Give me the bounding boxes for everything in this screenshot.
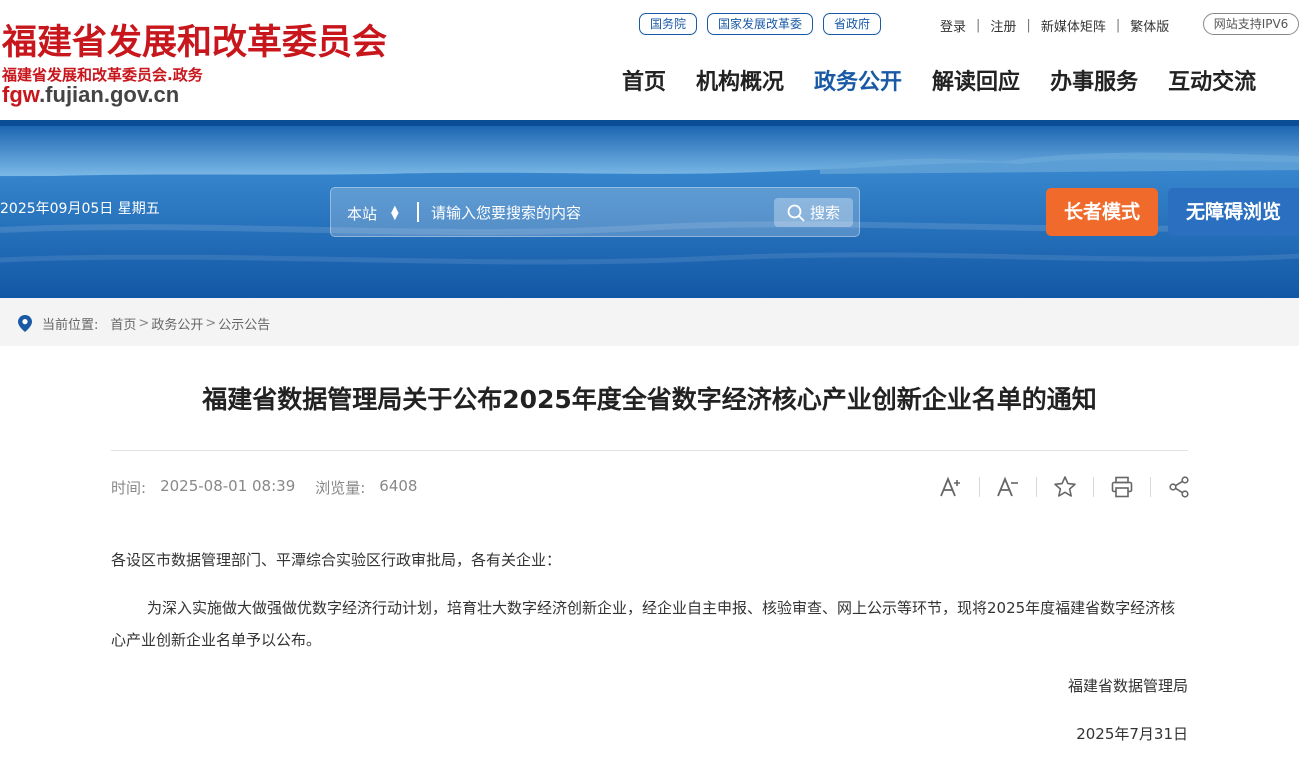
star-icon[interactable] bbox=[1049, 473, 1081, 501]
search-button-label: 搜索 bbox=[809, 204, 840, 222]
tool-separator bbox=[1150, 477, 1151, 497]
font-decrease-icon[interactable] bbox=[992, 473, 1024, 501]
traditional-chinese-link[interactable]: 繁体版 bbox=[1130, 16, 1169, 35]
time-label: 时间: bbox=[111, 479, 147, 497]
pill-link-state-council[interactable]: 国务院 bbox=[639, 13, 698, 35]
top-utility-links: 登录 | 注册 | 新媒体矩阵 | 繁体版 bbox=[940, 16, 1169, 35]
views-value: 6408 bbox=[379, 477, 418, 495]
breadcrumb-gov-affairs[interactable]: 政务公开 bbox=[151, 314, 203, 333]
top-pill-links: 国务院 国家发展改革委 省政府 bbox=[639, 13, 882, 35]
article-sign-date: 2025年7月31日 bbox=[1076, 725, 1188, 743]
views-label: 浏览量: bbox=[315, 479, 366, 497]
tool-separator bbox=[979, 477, 980, 497]
link-separator: | bbox=[976, 18, 981, 33]
elder-mode-button[interactable]: 长者模式 bbox=[1046, 188, 1158, 236]
register-link[interactable]: 注册 bbox=[990, 16, 1016, 35]
search-box: 本站 ▲▼ 搜索 bbox=[330, 187, 860, 237]
nav-item-interpretation[interactable]: 解读回应 bbox=[932, 64, 1020, 96]
print-icon[interactable] bbox=[1106, 473, 1138, 501]
updown-arrow-icon[interactable]: ▲ ▼ bbox=[391, 205, 399, 222]
breadcrumb-announcements[interactable]: 公示公告 bbox=[218, 314, 270, 333]
nav-item-services[interactable]: 办事服务 bbox=[1050, 64, 1138, 96]
site-logo-title[interactable]: 福建省发展和改革委员会 bbox=[2, 14, 387, 65]
current-date: 2025年09月05日 星期五 bbox=[0, 201, 160, 217]
breadcrumb-arrow: > bbox=[205, 316, 217, 331]
link-separator: | bbox=[1026, 18, 1031, 33]
nav-item-interaction[interactable]: 互动交流 bbox=[1168, 64, 1256, 96]
nav-item-gov-affairs[interactable]: 政务公开 bbox=[814, 64, 902, 96]
breadcrumb-bar: 当前位置: 首页 > 政务公开 > 公示公告 bbox=[0, 298, 1299, 346]
location-pin-icon bbox=[18, 315, 32, 332]
search-button[interactable]: 搜索 bbox=[774, 198, 853, 227]
time-value: 2025-08-01 08:39 bbox=[160, 477, 296, 495]
breadcrumb-label: 当前位置: bbox=[42, 318, 99, 333]
domain-accent: fgw bbox=[2, 82, 40, 107]
article-salutation: 各设区市数据管理部门、平潭综合实验区行政审批局，各有关企业： bbox=[111, 551, 562, 569]
nav-item-about[interactable]: 机构概况 bbox=[696, 64, 784, 96]
ipv6-badge: 网站支持IPV6 bbox=[1203, 13, 1299, 35]
tool-separator bbox=[1093, 477, 1094, 497]
search-divider bbox=[417, 202, 419, 222]
search-input[interactable] bbox=[431, 200, 761, 226]
pill-link-ndrc[interactable]: 国家发展改革委 bbox=[707, 13, 814, 35]
search-scope-select[interactable]: 本站 bbox=[347, 203, 377, 224]
accessibility-button[interactable]: 无障碍浏览 bbox=[1168, 188, 1299, 236]
article-signature: 福建省数据管理局 bbox=[1067, 677, 1188, 695]
title-divider bbox=[111, 450, 1188, 451]
share-icon[interactable] bbox=[1163, 473, 1195, 501]
tool-separator bbox=[1036, 477, 1037, 497]
breadcrumb-arrow: > bbox=[138, 316, 150, 331]
link-separator: | bbox=[1115, 18, 1121, 33]
breadcrumb-home[interactable]: 首页 bbox=[110, 314, 136, 333]
new-media-link[interactable]: 新媒体矩阵 bbox=[1041, 16, 1106, 35]
site-header: 福建省发展和改革委员会 福建省发展和改革委员会.政务 fgw.fujian.go… bbox=[0, 0, 1299, 120]
article-meta: 时间: 2025-08-01 08:39 浏览量: 6408 bbox=[111, 477, 437, 498]
domain-rest: .fujian.gov.cn bbox=[39, 82, 180, 107]
main-nav: 首页 机构概况 政务公开 解读回应 办事服务 互动交流 bbox=[622, 64, 1256, 96]
login-link[interactable]: 登录 bbox=[940, 16, 966, 35]
nav-item-home[interactable]: 首页 bbox=[622, 64, 666, 96]
article-tools bbox=[935, 473, 1195, 501]
breadcrumb: 当前位置: 首页 > 政务公开 > 公示公告 bbox=[18, 314, 270, 333]
article-title: 福建省数据管理局关于公布2025年度全省数字经济核心产业创新企业名单的通知 bbox=[202, 385, 1097, 414]
pill-link-province-gov[interactable]: 省政府 bbox=[823, 13, 882, 35]
font-increase-icon[interactable] bbox=[935, 473, 967, 501]
search-icon bbox=[787, 204, 805, 221]
article-body-paragraph: 为深入实施做大做强做优数字经济行动计划，培育壮大数字经济创新企业，经企业自主申报… bbox=[111, 599, 1176, 649]
site-logo-domain: fgw.fujian.gov.cn bbox=[2, 82, 179, 108]
